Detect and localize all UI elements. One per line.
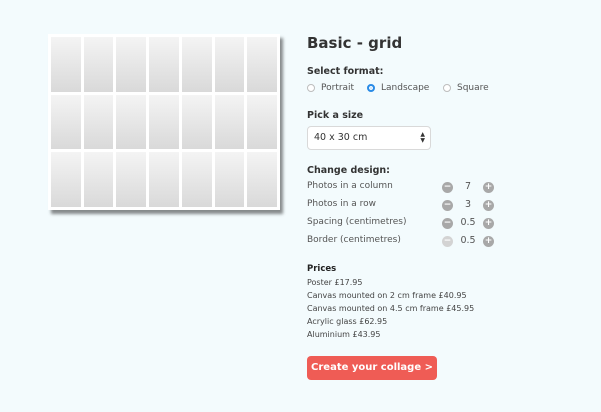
size-select[interactable]: 40 x 30 cm ▲ ▼ xyxy=(307,126,431,150)
photo-tile xyxy=(51,152,81,207)
format-option-square[interactable]: Square xyxy=(443,83,489,93)
photo-tile xyxy=(149,37,179,92)
photo-tile xyxy=(214,152,245,207)
increment-button[interactable]: + xyxy=(483,182,494,193)
photo-tile xyxy=(51,94,81,150)
photo-tile xyxy=(214,94,245,150)
design-label: Change design: xyxy=(307,165,390,176)
radio-checked-icon xyxy=(367,84,375,92)
photo-tile xyxy=(181,37,212,92)
photo-tile xyxy=(149,152,179,207)
photo-tile xyxy=(116,152,147,207)
decrement-button[interactable]: − xyxy=(442,236,453,247)
control-label: Spacing (centimetres) xyxy=(307,217,407,227)
price-item: Canvas mounted on 4.5 cm frame £45.95 xyxy=(307,304,475,313)
control-value: 7 xyxy=(464,181,472,192)
control-photos-column: Photos in a column − 7 + xyxy=(307,181,497,195)
control-label: Photos in a column xyxy=(307,181,393,191)
price-item: Poster £17.95 xyxy=(307,278,363,287)
photo-tile xyxy=(181,152,212,207)
photo-tile xyxy=(51,37,81,92)
photo-tile xyxy=(214,37,245,92)
size-label: Pick a size xyxy=(307,110,364,121)
control-value: 0.5 xyxy=(460,235,476,246)
control-photos-row: Photos in a row − 3 + xyxy=(307,199,497,213)
price-item: Acrylic glass £62.95 xyxy=(307,317,388,326)
control-value: 3 xyxy=(464,199,472,210)
increment-button[interactable]: + xyxy=(483,218,494,229)
increment-button[interactable]: + xyxy=(483,200,494,211)
format-option-portrait[interactable]: Portrait xyxy=(307,83,354,93)
photo-tile xyxy=(83,152,114,207)
format-label: Select format: xyxy=(307,66,384,77)
control-value: 0.5 xyxy=(460,217,476,228)
price-item: Aluminium £43.95 xyxy=(307,330,381,339)
photo-tile xyxy=(247,94,277,150)
photo-tile xyxy=(83,94,114,150)
photo-tile xyxy=(116,94,147,150)
control-spacing: Spacing (centimetres) − 0.5 + xyxy=(307,217,497,231)
radio-icon xyxy=(307,84,315,92)
decrement-button[interactable]: − xyxy=(442,200,453,211)
prices-title: Prices xyxy=(307,264,337,274)
photo-tile xyxy=(83,37,114,92)
select-arrows-icon: ▲ ▼ xyxy=(420,131,425,144)
radio-icon xyxy=(443,84,451,92)
price-item: Canvas mounted on 2 cm frame £40.95 xyxy=(307,291,467,300)
page-title: Basic - grid xyxy=(307,34,403,52)
control-label: Photos in a row xyxy=(307,199,377,209)
control-border: Border (centimetres) − 0.5 + xyxy=(307,235,497,249)
collage-preview xyxy=(48,34,280,210)
increment-button[interactable]: + xyxy=(483,236,494,247)
photo-tile xyxy=(181,94,212,150)
decrement-button[interactable]: − xyxy=(442,182,453,193)
format-option-landscape[interactable]: Landscape xyxy=(367,83,429,93)
control-label: Border (centimetres) xyxy=(307,235,401,245)
create-collage-button[interactable]: Create your collage > xyxy=(307,356,437,380)
photo-tile xyxy=(116,37,147,92)
size-select-value: 40 x 30 cm xyxy=(314,132,368,143)
photo-tile xyxy=(149,94,179,150)
decrement-button[interactable]: − xyxy=(442,218,453,229)
photo-tile xyxy=(247,37,277,92)
format-radio-group: Portrait Landscape Square xyxy=(307,83,567,97)
photo-tile xyxy=(247,152,277,207)
